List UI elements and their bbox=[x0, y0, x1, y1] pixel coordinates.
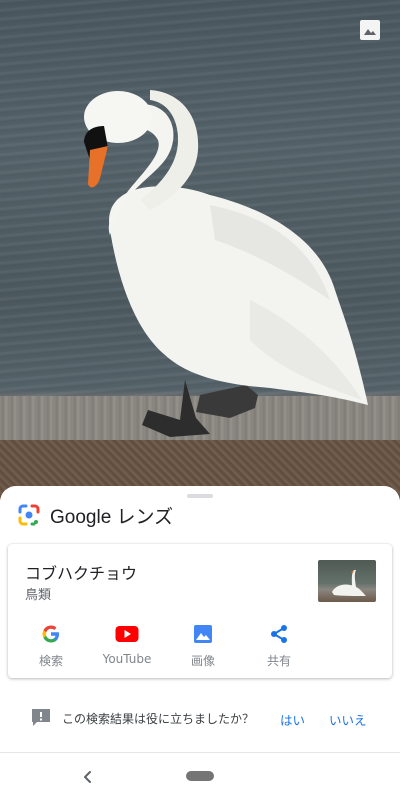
result-thumbnail[interactable] bbox=[318, 560, 376, 602]
action-share-button[interactable]: 共有 bbox=[246, 622, 312, 672]
lens-bottom-sheet[interactable]: Google レンズ コブハクチョウ 鳥類 検索 YouTube 画像 共有 こ… bbox=[0, 486, 400, 752]
gallery-button[interactable] bbox=[360, 20, 380, 40]
action-youtube-label: YouTube bbox=[102, 652, 152, 666]
google-lens-icon bbox=[18, 504, 40, 526]
lens-header: Google レンズ bbox=[18, 502, 173, 528]
result-card[interactable]: コブハクチョウ 鳥類 検索 YouTube 画像 共有 bbox=[8, 544, 392, 678]
image-icon bbox=[194, 625, 212, 643]
action-share-label: 共有 bbox=[266, 654, 291, 668]
feedback-row: この検索結果は役に立ちましたか？ はい いいえ bbox=[0, 706, 400, 730]
system-navigation-bar bbox=[0, 752, 400, 800]
action-images-button[interactable]: 画像 bbox=[170, 622, 236, 672]
result-name: コブハクチョウ bbox=[25, 564, 138, 583]
back-chevron-icon[interactable] bbox=[80, 767, 96, 787]
feedback-no-button[interactable]: いいえ bbox=[329, 710, 367, 729]
swan-illustration bbox=[84, 90, 368, 437]
lens-title: Google レンズ bbox=[50, 506, 174, 528]
action-images-label: 画像 bbox=[190, 654, 215, 668]
result-category: 鳥類 bbox=[25, 588, 52, 603]
feedback-yes-button[interactable]: はい bbox=[280, 710, 305, 729]
action-search-label: 検索 bbox=[38, 654, 63, 668]
sheet-drag-handle[interactable] bbox=[187, 494, 213, 498]
action-row: 検索 YouTube 画像 共有 bbox=[8, 622, 392, 672]
action-search-button[interactable]: 検索 bbox=[18, 622, 84, 672]
home-pill-button[interactable] bbox=[186, 771, 214, 781]
action-youtube-button[interactable]: YouTube bbox=[94, 622, 160, 672]
swan-thumbnail-image bbox=[332, 570, 366, 596]
share-icon bbox=[271, 625, 287, 643]
youtube-icon bbox=[115, 626, 139, 642]
feedback-question: この検索結果は役に立ちましたか？ bbox=[62, 712, 255, 726]
camera-photo[interactable] bbox=[0, 0, 400, 500]
google-g-icon bbox=[42, 625, 59, 643]
feedback-icon bbox=[32, 709, 50, 726]
image-icon bbox=[364, 29, 376, 35]
